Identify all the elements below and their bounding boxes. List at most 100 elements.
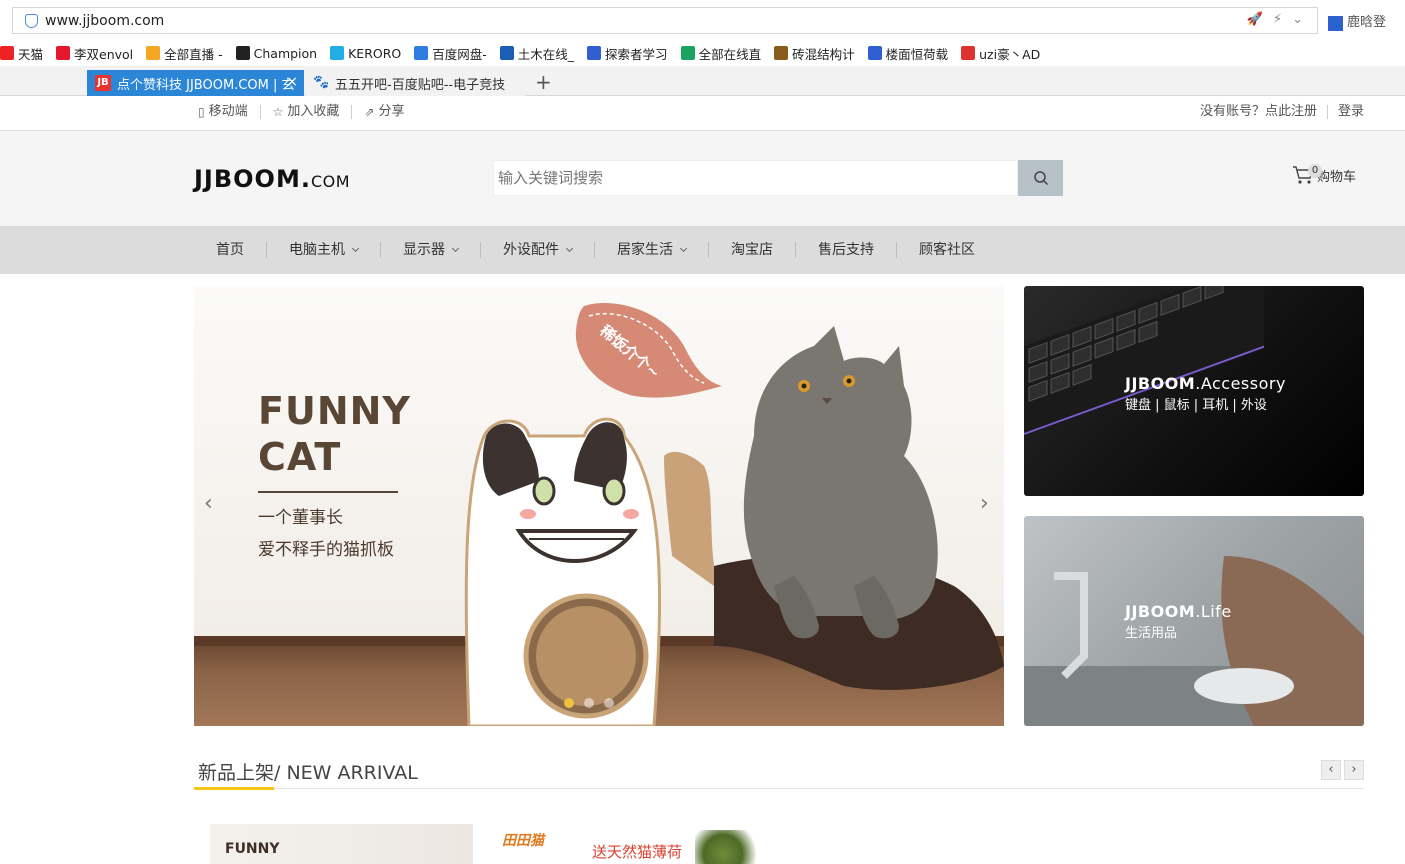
banner-dot[interactable] [584, 698, 594, 708]
browser-address-bar: www.jjboom.com 🚀 ⚡ ⌄ 🐾 鹿晗登 [0, 0, 1405, 40]
url-tools: 🚀 ⚡ ⌄ [1247, 12, 1303, 27]
section-divider [194, 788, 1364, 789]
bookmark-label: 全部直播 - [164, 46, 223, 62]
security-shield-icon[interactable] [25, 14, 38, 28]
tmall-icon [0, 46, 14, 60]
nav-item-label: 外设配件 [503, 242, 559, 258]
search-input[interactable] [493, 160, 1018, 196]
baidu-paw-icon [867, 46, 882, 60]
register-link[interactable]: 没有账号？点此注册 [1190, 105, 1328, 119]
product-card[interactable]: FUNNY [210, 824, 473, 864]
nav-item[interactable]: 显示器 [381, 242, 481, 258]
hero-banner[interactable]: FUNNY CAT 一个董事长 爱不释手的猫抓板 稀饭介个~ ‹ › [194, 286, 1004, 726]
catnip-image [695, 830, 765, 864]
banner-title: FUNNY CAT [258, 388, 411, 480]
promo-life-subtitle: 生活用品 [1125, 626, 1178, 641]
banner-dot[interactable] [564, 698, 574, 708]
promo-life[interactable]: JJBOOM.Life 生活用品 [1024, 516, 1364, 726]
nav-item[interactable]: 外设配件 [481, 242, 595, 258]
nav-item-label: 顾客社区 [919, 242, 975, 258]
banner-next-arrow[interactable]: › [980, 491, 989, 516]
topbar-left: ▯ 移动端 ☆ 加入收藏 ⇗ 分享 [198, 105, 416, 119]
baidu-paw-icon [587, 46, 602, 60]
tumu-icon [499, 46, 514, 60]
kitchen-sink-image [1024, 556, 1364, 726]
search-button[interactable] [1018, 160, 1063, 196]
banner-title-line1: FUNNY [258, 389, 411, 433]
close-icon[interactable]: × [286, 74, 298, 90]
baidu-paw-icon: 🐾 [313, 75, 330, 90]
bookmark-item[interactable]: 天猫 [0, 44, 43, 63]
new-arrival-arrows: ‹ › [1321, 760, 1364, 780]
banner-divider [258, 491, 398, 493]
main-nav: 首页 电脑主机 显示器 外设配件 居家生活 淘宝店 售后支持 顾客社区 [0, 226, 1405, 274]
bookmark-item[interactable]: 探索者学习 [587, 44, 668, 63]
url-text[interactable]: www.jjboom.com [45, 13, 164, 29]
lightning-icon[interactable]: ⚡ [1273, 12, 1282, 27]
mobile-icon: ▯ [198, 105, 205, 119]
banner-dot[interactable] [604, 698, 614, 708]
chevron-down-icon [679, 244, 688, 253]
bookmark-item[interactable]: uzi豪丶AD [961, 44, 1040, 63]
login-link[interactable]: 登录 [1328, 105, 1364, 119]
promo-brand: JJBOOM [1125, 374, 1196, 393]
bookmark-item[interactable]: KERORO [330, 46, 401, 61]
nav-item[interactable]: 首页 [194, 242, 267, 258]
douyu-icon [146, 46, 161, 60]
site-logo[interactable]: JJBOOM.COM [194, 165, 350, 193]
banner-prev-arrow[interactable]: ‹ [204, 491, 213, 516]
bookmark-label: 百度网盘- [432, 46, 487, 62]
bookmark-label: Champion [253, 45, 318, 61]
bookmark-item[interactable]: 土木在线_ [499, 44, 575, 63]
nav-item[interactable]: 售后支持 [796, 242, 897, 258]
bilibili-icon [330, 46, 345, 60]
new-arrival-title: 新品上架/ NEW ARRIVAL [198, 762, 418, 784]
favorite-link[interactable]: ☆ 加入收藏 [261, 105, 353, 119]
mobile-link[interactable]: ▯ 移动端 [198, 105, 261, 119]
chevron-down-icon [351, 244, 360, 253]
favorite-label: 加入收藏 [287, 104, 340, 119]
product-card[interactable]: 田田猫 送天然猫薄荷 [500, 824, 766, 864]
bookmark-label: 砖混结构计 [792, 46, 855, 62]
banner-subtitle-line1: 一个董事长 [258, 508, 343, 528]
nav-item-label: 显示器 [403, 242, 445, 258]
nav-item[interactable]: 居家生活 [595, 242, 709, 258]
tab-jjboom[interactable]: JB 点个赞科技 JJBOOM.COM | 玄 × [87, 70, 304, 96]
bookmark-label: 土木在线_ [517, 46, 575, 62]
new-arrival-prev-button[interactable]: ‹ [1321, 760, 1341, 780]
doc-icon [774, 46, 789, 60]
banner-subtitle-line2: 爱不释手的猫抓板 [258, 540, 394, 560]
share-link[interactable]: ⇗ 分享 [352, 105, 416, 120]
nav-item-label: 居家生活 [617, 242, 673, 258]
bookmarks-bar: 天猫 李双envol 全部直播 - Champion KERORO 百度网盘- 土木在线_ 探… [0, 40, 1405, 66]
chevron-down-icon[interactable]: ⌄ [1292, 12, 1303, 27]
star-icon: ☆ [272, 105, 284, 119]
bookmark-item[interactable]: 楼面恒荷载 [867, 44, 948, 63]
baidu-paw-icon: 🐾 [1328, 16, 1343, 31]
bookmark-label: uzi豪丶AD [979, 46, 1041, 62]
rocket-icon[interactable]: 🚀 [1247, 12, 1263, 27]
topbar-right: 没有账号？点此注册 登录 [1190, 105, 1364, 119]
tab-tieba[interactable]: 🐾 五五开吧-百度贴吧--电子竞技 [305, 70, 525, 96]
bookmark-label: 全部在线直 [698, 46, 762, 62]
nav-item[interactable]: 淘宝店 [709, 242, 796, 258]
product-slogan: 送天然猫薄荷 [592, 843, 683, 861]
url-field[interactable]: www.jjboom.com 🚀 ⚡ ⌄ [12, 7, 1318, 34]
new-arrival-next-button[interactable]: › [1344, 760, 1364, 780]
new-tab-button[interactable]: + [535, 70, 552, 94]
bookmark-item[interactable]: 百度网盘- [414, 44, 487, 63]
product-card-text: FUNNY [225, 841, 280, 857]
promo-accessory-title: JJBOOM.Accessory [1125, 374, 1286, 393]
promo-life-title: JJBOOM.Life [1125, 602, 1232, 621]
bookmark-item[interactable]: 砖混结构计 [774, 44, 855, 63]
nav-item[interactable]: 顾客社区 [897, 242, 997, 258]
cart-link[interactable]: 0 购物车 [1292, 164, 1356, 185]
bookmark-item[interactable]: 全部直播 - [146, 44, 223, 63]
bookmark-item[interactable]: 李双envol [56, 44, 133, 63]
bookmark-item[interactable]: Champion [235, 45, 318, 61]
promo-accessory[interactable]: JJBOOM.Accessory 键盘 | 鼠标 | 耳机 | 外设 [1024, 286, 1364, 496]
profile-menu[interactable]: 🐾 鹿晗登 [1328, 11, 1386, 31]
nav-item[interactable]: 电脑主机 [267, 242, 381, 258]
site-header: JJBOOM.COM 0 购物车 [0, 131, 1405, 226]
bookmark-item[interactable]: 全部在线直 [680, 44, 762, 63]
